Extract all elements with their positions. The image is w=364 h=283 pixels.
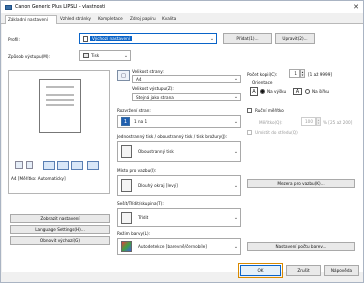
portrait-page-icon: A bbox=[250, 87, 258, 96]
chevron-down-icon: ⌄ bbox=[233, 118, 239, 125]
show-settings-button[interactable]: Zobrazit nastavení bbox=[10, 214, 110, 223]
binding-location-value: Dlouhý okraj [levý] bbox=[138, 183, 178, 188]
color-mode-label: Režim barvy(L): bbox=[117, 231, 150, 236]
duplex-select[interactable]: Oboustranný tisk ⌄ bbox=[117, 141, 241, 162]
layout-1up-icon: 1 bbox=[121, 117, 130, 126]
close-icon[interactable]: ✕ bbox=[353, 2, 359, 12]
page-size-value: A4 bbox=[136, 76, 142, 82]
portrait-label: Na výšku bbox=[267, 89, 287, 94]
chevron-down-icon: ⌄ bbox=[209, 35, 215, 42]
binding-margin-button[interactable]: Mezera pro vazbu(K)... bbox=[247, 179, 355, 188]
preview-caption: A4 [Měřítko: Automaticky] bbox=[11, 176, 66, 181]
color-mode-icon bbox=[121, 241, 132, 252]
chevron-down-icon: ⌄ bbox=[233, 76, 239, 82]
tab-paper-source[interactable]: Zdroj papíru bbox=[128, 15, 162, 24]
finishing-label: Sešít/Třídit/skupina(T): bbox=[117, 201, 164, 206]
center-label: Umístit do středu(Q) bbox=[255, 130, 298, 135]
finishing-value: Třídit bbox=[138, 215, 149, 220]
properties-window: Canon Generic Plus LIPSLI - vlastnosti ✕… bbox=[0, 0, 364, 283]
ok-button[interactable]: OK bbox=[238, 263, 283, 278]
binding-icon[interactable] bbox=[57, 161, 69, 170]
page-size-label: Velikost strany: bbox=[132, 69, 164, 74]
chevron-down-icon: ⌄ bbox=[233, 214, 239, 221]
page-layout-label: Rozvržení stran: bbox=[117, 108, 151, 113]
output-size-label: Velikost výstupu(Z): bbox=[132, 86, 174, 91]
duplex-icon bbox=[121, 145, 132, 158]
manual-scaling-label: Ruční měřítko bbox=[255, 108, 284, 113]
tab-page-setup[interactable]: Vzhled stránky bbox=[58, 15, 96, 24]
output-method-label: Způsob výstupu(M): bbox=[8, 54, 50, 59]
copies-label: Počet kopií(C): bbox=[247, 72, 278, 77]
page-preview: A4 [Měřítko: Automaticky] bbox=[8, 70, 110, 194]
printer-icon bbox=[5, 4, 12, 10]
restore-defaults-button[interactable]: Obnovit výchozí(G) bbox=[10, 236, 110, 245]
output-method-select[interactable]: Tisk ⌄ bbox=[79, 50, 131, 61]
page-thumbnail bbox=[39, 79, 81, 133]
portrait-radio[interactable] bbox=[260, 89, 265, 94]
output-size-select[interactable]: Stejná jako strana ⌄ bbox=[132, 93, 241, 101]
output-size-value: Stejná jako strana bbox=[136, 94, 174, 100]
scale-label: Měřítko(Q): bbox=[259, 120, 283, 125]
print-icon bbox=[83, 53, 89, 58]
language-settings-button[interactable]: Language Settings(H)... bbox=[10, 225, 110, 234]
profile-icon bbox=[83, 35, 88, 42]
center-checkbox[interactable] bbox=[247, 130, 252, 135]
landscape-page-icon: A bbox=[293, 88, 302, 95]
manual-scaling-checkbox[interactable] bbox=[247, 108, 252, 113]
collate-icon bbox=[121, 211, 132, 224]
edit-profile-button[interactable]: Upravit(2)... bbox=[275, 33, 315, 44]
scale-range: % [25 až 200] bbox=[323, 120, 353, 125]
chevron-down-icon: ⌄ bbox=[233, 94, 239, 100]
copies-range: [1 až 9999] bbox=[308, 72, 333, 77]
landscape-label: Na šířku bbox=[312, 89, 330, 94]
duplex-icon[interactable] bbox=[43, 161, 55, 170]
output-method-value: Tisk bbox=[91, 53, 100, 58]
add-profile-button[interactable]: Přidat(1)... bbox=[223, 33, 272, 44]
landscape-radio[interactable] bbox=[305, 89, 310, 94]
duplex-label: Jednostranný tisk / oboustranný tisk / t… bbox=[117, 134, 228, 139]
staple-icon[interactable] bbox=[71, 161, 83, 170]
color-count-button[interactable]: Nastavení počtu barev... bbox=[247, 242, 355, 251]
page-layout-value: 1 na 1 bbox=[134, 119, 148, 124]
help-button[interactable]: Nápověda bbox=[324, 265, 359, 276]
duplex-value: Oboustranný tisk bbox=[138, 149, 174, 154]
page-size-select[interactable]: A4 ⌄ bbox=[132, 75, 241, 83]
profile-value: Výchozí nastavení bbox=[90, 36, 132, 41]
window-title: Canon Generic Plus LIPSLI - vlastnosti bbox=[15, 4, 106, 10]
binding-location-label: Místo pro vazbu(I): bbox=[117, 168, 157, 173]
cancel-button[interactable]: Zrušit bbox=[286, 265, 321, 276]
title-bar: Canon Generic Plus LIPSLI - vlastnosti ✕ bbox=[1, 1, 363, 13]
chevron-down-icon: ⌄ bbox=[233, 243, 239, 250]
tab-quality[interactable]: Kvalita bbox=[160, 15, 182, 24]
chevron-down-icon: ⌄ bbox=[123, 52, 129, 59]
copies-input[interactable]: 1 bbox=[289, 69, 300, 78]
chevron-down-icon: ⌄ bbox=[233, 182, 239, 189]
orientation-label: Orientace bbox=[252, 80, 273, 85]
chevron-down-icon: ⌄ bbox=[233, 148, 239, 155]
binding-location-select[interactable]: Dlouhý okraj [levý] ⌄ bbox=[117, 175, 241, 196]
copies-spinner[interactable]: ▴ ▾ bbox=[300, 69, 305, 78]
color-mode-value: Autodetekce [barevně/černobíle] bbox=[138, 244, 207, 249]
profile-label: Profil: bbox=[8, 37, 20, 42]
page-layout-select[interactable]: 1 1 na 1 ⌄ bbox=[117, 115, 241, 128]
page-size-icon: □ bbox=[117, 70, 130, 81]
finishing-select[interactable]: Třídit ⌄ bbox=[117, 208, 241, 227]
scale-input[interactable]: 100 bbox=[301, 117, 316, 126]
color-icon[interactable] bbox=[87, 161, 99, 170]
tab-bar: Základní nastavení Vzhled stránky Komple… bbox=[1, 13, 363, 25]
profile-select[interactable]: Výchozí nastavení ⌄ bbox=[79, 33, 217, 44]
page-icon bbox=[26, 161, 33, 169]
scale-spinner[interactable]: ▴ ▾ bbox=[316, 117, 321, 126]
tab-finishing[interactable]: Kompletace bbox=[96, 15, 129, 24]
color-mode-select[interactable]: Autodetekce [barevně/černobíle] ⌄ bbox=[117, 238, 241, 255]
printer-icon bbox=[15, 161, 23, 169]
binding-icon bbox=[121, 179, 132, 192]
